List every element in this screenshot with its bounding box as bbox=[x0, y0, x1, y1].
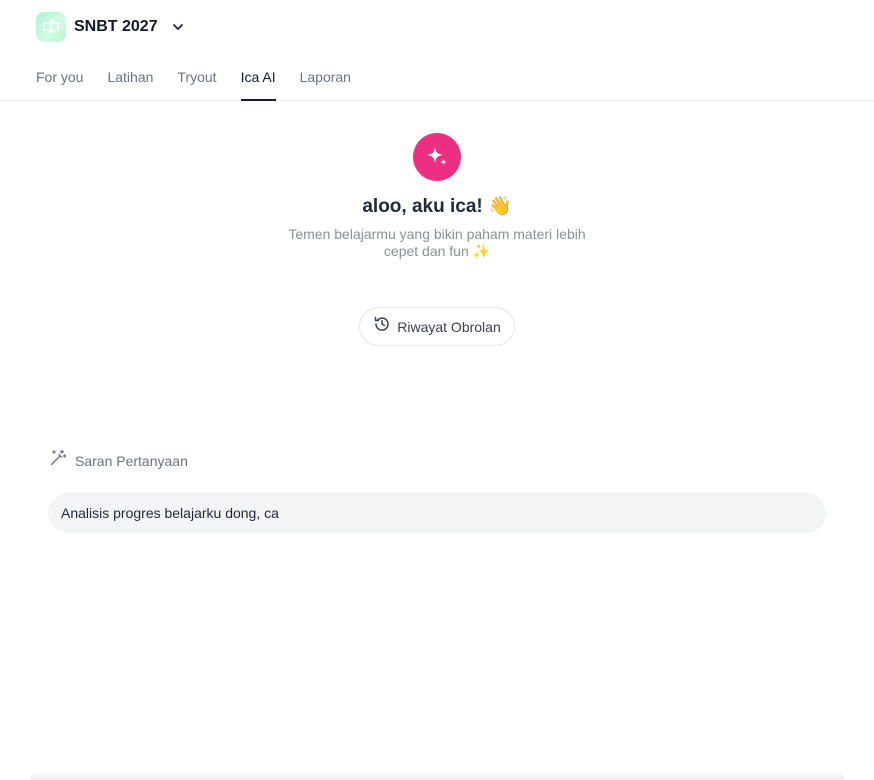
main-tabs: For you Latihan Tryout Ica AI Laporan bbox=[36, 62, 375, 101]
magic-wand-icon bbox=[49, 449, 67, 472]
tab-ica-ai[interactable]: Ica AI bbox=[240, 62, 276, 101]
chat-input-area-edge bbox=[30, 770, 844, 780]
tab-for-you[interactable]: For you bbox=[36, 62, 83, 101]
program-name: SNBT 2027 bbox=[74, 18, 158, 35]
tab-laporan[interactable]: Laporan bbox=[300, 62, 351, 101]
program-selector[interactable]: SNBT 2027 bbox=[36, 12, 186, 42]
tab-latihan[interactable]: Latihan bbox=[107, 62, 153, 101]
greeting-title: aloo, aku ica! 👋 bbox=[362, 196, 512, 217]
top-header: SNBT 2027 For you Latihan Tryout Ica AI … bbox=[0, 0, 874, 101]
ica-welcome: aloo, aku ica! 👋 Temen belajarmu yang bi… bbox=[0, 133, 874, 260]
suggestions-heading: Saran Pertanyaan bbox=[49, 449, 188, 472]
sparkle-icon bbox=[413, 133, 461, 181]
history-icon bbox=[373, 315, 391, 338]
chat-history-label: Riwayat Obrolan bbox=[397, 318, 501, 335]
suggestions-label: Saran Pertanyaan bbox=[75, 452, 188, 469]
suggestion-chip[interactable]: Analisis progres belajarku dong, ca bbox=[48, 493, 826, 533]
leaf-book-icon bbox=[36, 12, 66, 42]
greeting-subtitle: Temen belajarmu yang bikin paham materi … bbox=[288, 226, 586, 259]
tab-tryout[interactable]: Tryout bbox=[177, 62, 216, 101]
chevron-down-icon bbox=[170, 19, 186, 35]
chat-history-button[interactable]: Riwayat Obrolan bbox=[359, 307, 515, 346]
